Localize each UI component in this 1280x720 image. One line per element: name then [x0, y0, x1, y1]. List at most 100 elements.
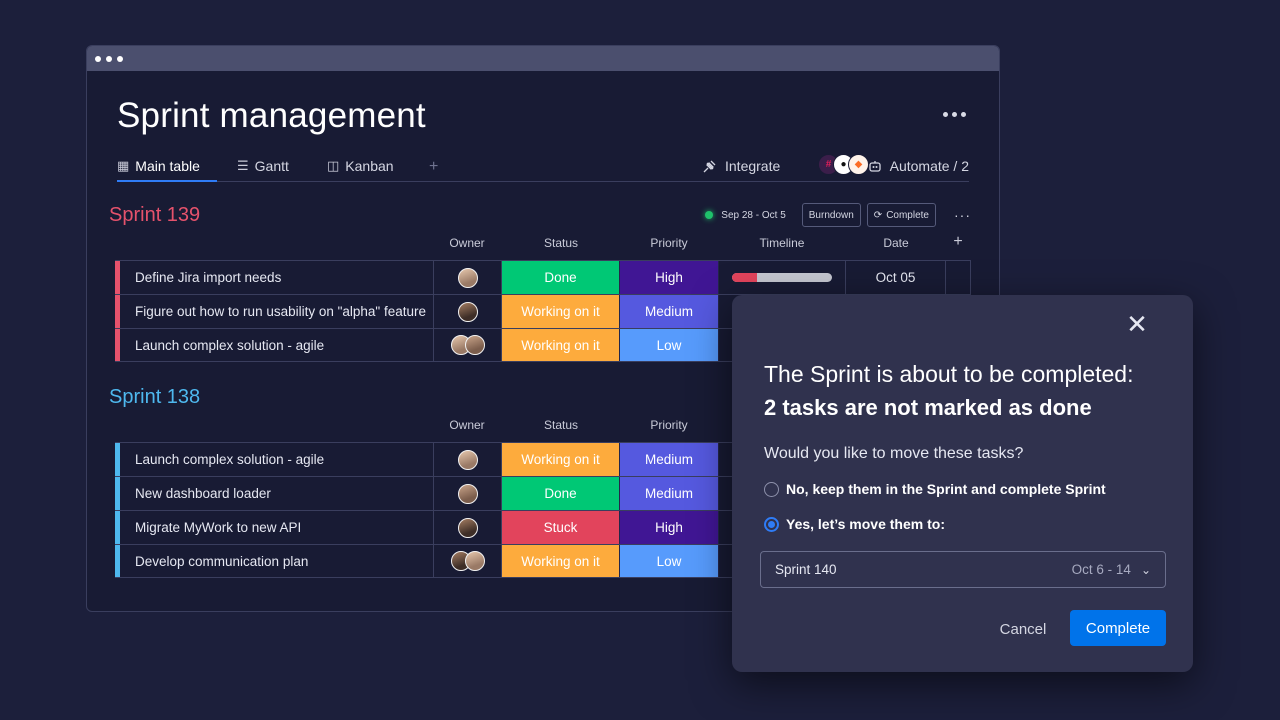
col-priority[interactable]: Priority [650, 236, 687, 250]
table-row[interactable]: Define Jira import needs Done High Oct 0… [115, 260, 971, 294]
robot-icon [868, 161, 881, 172]
option-move-tasks[interactable]: Yes, let’s move them to: [764, 516, 945, 532]
priority-cell[interactable]: Medium [620, 477, 719, 510]
avatar [457, 517, 478, 538]
task-name[interactable]: New dashboard loader [120, 477, 434, 510]
priority-cell[interactable]: Medium [620, 295, 719, 328]
tab-label: Kanban [345, 158, 394, 174]
gantt-icon: ☰ [237, 158, 249, 173]
plug-icon [703, 160, 716, 173]
owner-cell[interactable] [434, 443, 502, 476]
tab-kanban[interactable]: ◫ Kanban [327, 158, 394, 182]
cancel-button[interactable]: Cancel [1000, 611, 1047, 647]
owner-cell[interactable] [434, 545, 502, 577]
group-more-icon[interactable]: ··· [954, 207, 971, 223]
col-status[interactable]: Status [544, 418, 578, 432]
chevron-down-icon: ⌄ [1140, 562, 1151, 577]
complete-sprint-dialog: ✕ The Sprint is about to be completed: 2… [732, 295, 1193, 672]
tab-gantt[interactable]: ☰ Gantt [237, 158, 289, 182]
complete-label: Complete [886, 209, 929, 221]
col-timeline[interactable]: Timeline [760, 236, 805, 250]
target-sprint-dropdown[interactable]: Sprint 140 Oct 6 - 14 ⌄ [760, 551, 1166, 588]
dialog-question: Would you like to move these tasks? [764, 445, 1024, 462]
priority-cell[interactable]: Low [620, 329, 719, 361]
task-name[interactable]: Launch complex solution - agile [120, 443, 434, 476]
automate-button[interactable]: Automate / 2 [867, 158, 969, 174]
tab-label: Main table [135, 158, 200, 174]
tab-main-table[interactable]: ▦ Main table [117, 158, 217, 182]
task-name[interactable]: Migrate MyWork to new API [120, 511, 434, 544]
status-cell[interactable]: Done [502, 261, 620, 294]
owner-cell[interactable] [434, 329, 502, 361]
owner-cell[interactable] [434, 511, 502, 544]
selected-sprint: Sprint 140 [775, 562, 837, 577]
dialog-subtitle: 2 tasks are not marked as done [764, 395, 1092, 420]
status-cell[interactable]: Working on it [502, 329, 620, 361]
avatar [457, 301, 478, 322]
date-cell[interactable]: Oct 05 [846, 261, 946, 294]
radio-button[interactable] [764, 481, 779, 497]
priority-cell[interactable]: High [620, 261, 719, 294]
option-label: Yes, let’s move them to: [786, 516, 945, 532]
integrate-button[interactable]: Integrate [702, 158, 780, 174]
integration-icons: # ● ◆ [818, 154, 869, 175]
priority-cell[interactable]: Low [620, 545, 719, 577]
kanban-icon: ◫ [327, 158, 340, 173]
col-owner[interactable]: Owner [449, 418, 484, 432]
sprint-meta: Sep 28 - Oct 5 Burndown ⟳ Complete ··· [705, 203, 971, 227]
priority-cell[interactable]: Medium [620, 443, 719, 476]
status-cell[interactable]: Working on it [502, 443, 620, 476]
complete-sprint-button[interactable]: ⟳ Complete [866, 203, 936, 227]
owner-cell[interactable] [434, 261, 502, 294]
burndown-button[interactable]: Burndown [801, 203, 861, 227]
status-cell[interactable]: Working on it [502, 295, 620, 328]
avatar [464, 335, 485, 355]
col-status[interactable]: Status [544, 236, 578, 250]
page-title: Sprint management [117, 96, 426, 135]
tab-label: Gantt [254, 158, 289, 174]
timeline-cell[interactable] [719, 261, 846, 294]
col-owner[interactable]: Owner [449, 236, 484, 250]
dialog-title: The Sprint is about to be completed: [764, 361, 1134, 387]
window-dot [117, 55, 123, 62]
column-headers: Owner Status Priority Timeline Date + [87, 233, 999, 254]
task-name[interactable]: Define Jira import needs [120, 261, 434, 294]
view-tabs: ▦ Main table ☰ Gantt ◫ Kanban + Integrat… [117, 154, 969, 182]
table-icon: ▦ [117, 158, 130, 173]
add-view-button[interactable]: + [429, 158, 438, 176]
window-dot [95, 55, 101, 62]
integrate-label: Integrate [725, 158, 781, 174]
window-dot [106, 55, 112, 62]
status-cell[interactable]: Done [502, 477, 620, 510]
option-label: No, keep them in the Sprint and complete… [786, 481, 1106, 497]
sync-icon: ⟳ [873, 209, 883, 221]
option-keep-tasks[interactable]: No, keep them in the Sprint and complete… [764, 481, 1106, 497]
task-name[interactable]: Figure out how to run usability on "alph… [120, 295, 434, 328]
close-icon[interactable]: ✕ [1125, 311, 1149, 337]
owner-cell[interactable] [434, 295, 502, 328]
col-date[interactable]: Date [883, 236, 908, 250]
burndown-label: Burndown [808, 209, 854, 221]
group-title-sprint-139[interactable]: Sprint 139 [109, 204, 200, 227]
more-horizontal-icon[interactable] [939, 106, 969, 122]
avatar [457, 483, 478, 504]
timeline-bar [732, 273, 832, 282]
avatar [457, 449, 478, 470]
complete-button[interactable]: Complete [1070, 610, 1166, 646]
task-name[interactable]: Develop communication plan [120, 545, 434, 577]
group-title-sprint-138[interactable]: Sprint 138 [109, 386, 200, 409]
window-titlebar [87, 46, 999, 71]
owner-cell[interactable] [434, 477, 502, 510]
task-name[interactable]: Launch complex solution - agile [120, 329, 434, 361]
radio-button-selected[interactable] [764, 516, 779, 532]
priority-cell[interactable]: High [620, 511, 719, 544]
add-column-button[interactable]: + [953, 233, 962, 251]
col-priority[interactable]: Priority [650, 418, 687, 432]
active-status-dot [705, 211, 714, 219]
sprint-date-range: Sep 28 - Oct 5 [721, 209, 786, 221]
status-cell[interactable]: Working on it [502, 545, 620, 577]
timeline-progress [732, 273, 757, 282]
status-cell[interactable]: Stuck [502, 511, 620, 544]
selected-sprint-dates: Oct 6 - 14 [1071, 562, 1131, 577]
avatar [457, 267, 478, 288]
